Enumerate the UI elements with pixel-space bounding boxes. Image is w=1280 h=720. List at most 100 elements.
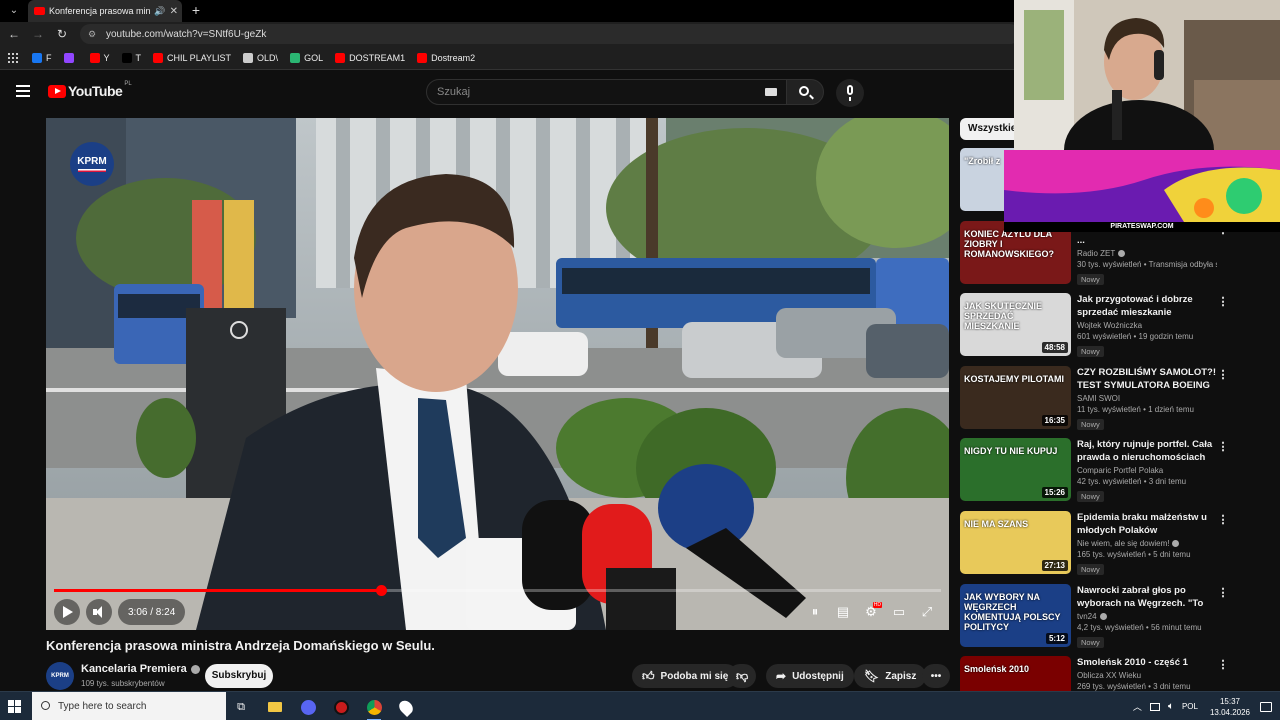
speaker-icon[interactable]: 🔈︎ bbox=[1168, 701, 1174, 712]
channel-name-link[interactable]: Kancelaria Premiera bbox=[81, 663, 200, 675]
file-explorer-icon[interactable] bbox=[264, 696, 286, 718]
recommendation-meta: 165 tys. wyświetleń • 5 dni temu bbox=[1077, 550, 1191, 559]
recommendation-title[interactable]: Nawrocki zabrał głos po wyborach na Węgr… bbox=[1077, 584, 1217, 610]
voice-search-button[interactable] bbox=[836, 79, 864, 107]
video-thumbnail[interactable]: JAK SKUTECZNIE SPRZEDAĆ MIESZKANIE 48:58 bbox=[960, 293, 1071, 356]
video-title: Konferencja prasowa ministra Andrzeja Do… bbox=[46, 638, 435, 653]
bookmark-item[interactable]: Dostream2 bbox=[417, 52, 476, 63]
more-vertical-icon[interactable]: ⋮ bbox=[1217, 368, 1229, 382]
tab-title: Konferencja prasowa minis bbox=[49, 6, 151, 16]
chrome-icon[interactable] bbox=[363, 696, 385, 720]
recommendation-title[interactable]: Epidemia braku małżeństw u młodych Polak… bbox=[1077, 511, 1217, 537]
video-thumbnail[interactable]: JAK WYBORY NA WĘGRZECH KOMENTUJĄ POLSCY … bbox=[960, 584, 1071, 647]
bookmark-item[interactable]: F bbox=[32, 52, 52, 63]
video-player[interactable]: KPRM 3:06 / 8:24 ⏸ ▤ ⚙ HD ▭ ⤢ bbox=[46, 118, 949, 630]
app-icon-red[interactable] bbox=[330, 696, 352, 718]
more-vertical-icon[interactable]: ⋮ bbox=[1217, 586, 1229, 600]
recommendation-item[interactable]: NIE MA SZANS 27:13 Epidemia braku małżeńst… bbox=[960, 511, 1280, 577]
more-vertical-icon[interactable]: ⋮ bbox=[1217, 658, 1229, 672]
recommendation-title[interactable]: Jak przygotować i dobrze sprzedać mieszk… bbox=[1077, 293, 1217, 319]
duration-badge: 27:13 bbox=[1041, 560, 1068, 571]
share-button[interactable]: ➦ Udostępnij bbox=[766, 664, 854, 688]
bookmark-label: DOSTREAM1 bbox=[349, 52, 406, 63]
play-button[interactable] bbox=[54, 599, 80, 625]
menu-icon[interactable] bbox=[16, 85, 30, 97]
tray-chevron-up-icon[interactable]: ︿ bbox=[1133, 700, 1142, 713]
apps-grid-icon[interactable] bbox=[8, 52, 18, 63]
search-input[interactable]: Szukaj bbox=[426, 79, 788, 105]
recommendation-channel[interactable]: Oblicza XX Wieku bbox=[1077, 671, 1217, 680]
windows-start-icon[interactable] bbox=[8, 700, 21, 713]
bookmark-item[interactable]: T bbox=[121, 52, 141, 63]
bookmark-label: Y bbox=[103, 52, 110, 63]
subscribe-button[interactable]: Subskrybuj bbox=[205, 664, 273, 688]
more-vertical-icon[interactable]: ⋮ bbox=[1217, 513, 1229, 527]
more-actions-button[interactable]: ••• bbox=[922, 664, 950, 688]
sponsor-graphic bbox=[1004, 150, 1280, 232]
recommendation-item[interactable]: KOSTAJEMY PILOTAMI 16:35 CZY ROZBILIŚMY SA… bbox=[960, 366, 1280, 432]
bookmark-item[interactable]: OLD\ bbox=[243, 52, 278, 63]
recommendation-title[interactable]: Raj, który rujnuje portfel. Cała prawda … bbox=[1077, 438, 1217, 464]
search-button[interactable] bbox=[786, 79, 824, 105]
video-thumbnail[interactable]: NIGDY TU NIE KUPUJ 15:26 bbox=[960, 438, 1071, 501]
bookmark-item[interactable] bbox=[63, 52, 78, 63]
settings-icon[interactable]: ⚙ HD bbox=[857, 601, 885, 623]
like-button[interactable]: 👍︎ Podoba mi się bbox=[632, 664, 739, 688]
recommendation-channel[interactable]: Radio ZET bbox=[1077, 249, 1217, 258]
taskbar-search-input[interactable]: Type here to search bbox=[32, 692, 226, 720]
recommendation-channel[interactable]: Wojtek Woźniczka bbox=[1077, 321, 1217, 330]
task-view-icon[interactable]: ⧉ bbox=[230, 696, 252, 718]
bookmark-item[interactable]: DOSTREAM1 bbox=[335, 52, 406, 63]
recommendation-channel[interactable]: Comparic Portfel Polaka bbox=[1077, 466, 1217, 475]
channel-avatar[interactable]: KPRM bbox=[46, 662, 74, 690]
more-vertical-icon[interactable]: ⋮ bbox=[1217, 295, 1229, 309]
forward-arrow-icon[interactable]: → bbox=[30, 26, 46, 42]
thumbs-down-icon: 👎︎ bbox=[736, 668, 749, 683]
theater-mode-icon[interactable]: ▭ bbox=[885, 601, 913, 623]
bookmark-label: Dostream2 bbox=[431, 52, 476, 63]
recommendation-channel[interactable]: SAMI SWOI bbox=[1077, 394, 1217, 403]
fullscreen-icon[interactable]: ⤢ bbox=[913, 601, 941, 623]
notifications-icon[interactable] bbox=[1260, 701, 1272, 712]
tab-search-chevron-icon[interactable]: ⌄ bbox=[4, 2, 24, 20]
thumbnail-text: JAK SKUTECZNIE SPRZEDAĆ MIESZKANIE bbox=[964, 301, 1043, 331]
address-bar[interactable]: ⚙ youtube.com/watch?v=SNtf6U-geZk bbox=[80, 24, 1020, 44]
bookmark-favicon-icon bbox=[335, 52, 346, 63]
video-thumbnail[interactable]: NIE MA SZANS 27:13 bbox=[960, 511, 1071, 574]
more-vertical-icon[interactable]: ⋮ bbox=[1217, 440, 1229, 454]
recommendation-channel[interactable]: tvn24 bbox=[1077, 612, 1217, 621]
bookmark-item[interactable]: Y bbox=[89, 52, 110, 63]
network-icon[interactable] bbox=[1149, 702, 1160, 711]
keyboard-icon[interactable] bbox=[765, 88, 777, 96]
bookmark-item[interactable]: GOL bbox=[290, 52, 323, 63]
recommendation-item[interactable]: JAK WYBORY NA WĘGRZECH KOMENTUJĄ POLSCY … bbox=[960, 584, 1280, 650]
tab-audio-icon[interactable]: 🔊 bbox=[154, 6, 165, 17]
autoplay-toggle-icon[interactable]: ⏸ bbox=[801, 601, 829, 623]
progress-bar[interactable] bbox=[54, 585, 941, 596]
volume-button[interactable] bbox=[86, 599, 112, 625]
language-indicator[interactable]: POL bbox=[1182, 702, 1198, 711]
system-tray: ︿ 🔈︎ POL 15:37 13.04.2026 bbox=[1133, 692, 1272, 720]
site-info-icon[interactable]: ⚙ bbox=[88, 29, 98, 39]
clock[interactable]: 15:37 13.04.2026 bbox=[1210, 696, 1250, 718]
recommendation-channel[interactable]: Nie wiem, ale się dowiem! bbox=[1077, 539, 1217, 548]
tab-close-icon[interactable]: ✕ bbox=[170, 6, 178, 17]
channel-label: Comparic Portfel Polaka bbox=[1077, 466, 1164, 475]
browser-tab-active[interactable]: Konferencja prasowa minis 🔊 ✕ bbox=[28, 0, 182, 22]
new-tab-button[interactable]: + bbox=[188, 0, 204, 22]
dislike-button[interactable]: 👎︎ bbox=[728, 664, 756, 688]
youtube-logo[interactable]: YouTube PL bbox=[48, 81, 132, 99]
reload-icon[interactable]: ↻ bbox=[54, 26, 70, 42]
save-button[interactable]: 🔖︎ Zapisz bbox=[854, 664, 927, 688]
recommendation-title[interactable]: CZY ROZBILIŚMY SAMOLOT?! TEST SYMULATORA… bbox=[1077, 366, 1217, 392]
back-arrow-icon[interactable]: ← bbox=[6, 26, 22, 42]
video-thumbnail[interactable]: KOSTAJEMY PILOTAMI 16:35 bbox=[960, 366, 1071, 429]
recommendation-item[interactable]: JAK SKUTECZNIE SPRZEDAĆ MIESZKANIE 48:58 J… bbox=[960, 293, 1280, 359]
location-pin-icon[interactable] bbox=[395, 696, 417, 718]
subtitles-icon[interactable]: ▤ bbox=[829, 601, 857, 623]
screen: ⌄ Konferencja prasowa minis 🔊 ✕ + ← → ↻ … bbox=[0, 0, 1280, 720]
bookmark-item[interactable]: CHIL PLAYLIST bbox=[153, 52, 231, 63]
discord-icon[interactable] bbox=[297, 696, 319, 718]
recommendation-title[interactable]: Smoleńsk 2010 - część 1 bbox=[1077, 656, 1217, 669]
recommendation-item[interactable]: NIGDY TU NIE KUPUJ 15:26 Raj, który rujnuj… bbox=[960, 438, 1280, 504]
